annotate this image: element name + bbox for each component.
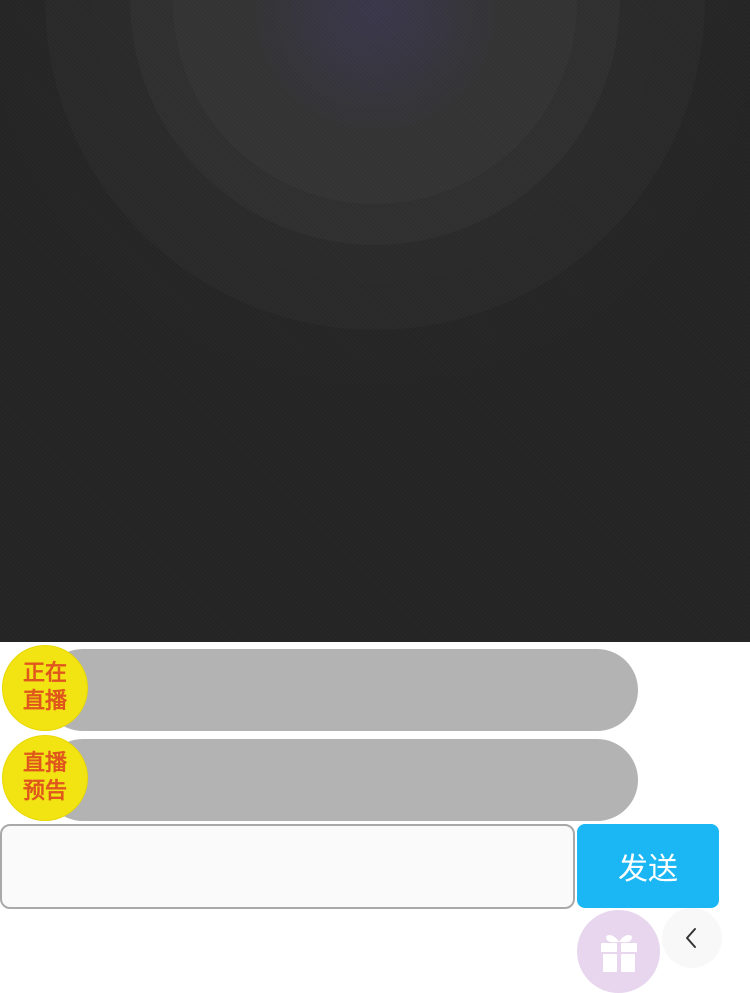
live-now-label-line1: 正在 bbox=[22, 661, 67, 686]
gift-button[interactable] bbox=[577, 910, 660, 993]
back-button[interactable] bbox=[662, 908, 722, 968]
player-texture bbox=[0, 0, 750, 642]
tab-live-now[interactable]: 正在 直播 bbox=[2, 645, 638, 731]
back-arrow-icon bbox=[686, 928, 696, 948]
live-preview-badge[interactable]: 直播 预告 bbox=[2, 735, 88, 821]
live-now-badge[interactable]: 正在 直播 bbox=[2, 645, 88, 731]
tab-live-preview-bar[interactable] bbox=[42, 739, 638, 821]
live-preview-label-line2: 预告 bbox=[22, 779, 67, 804]
gift-icon bbox=[600, 934, 637, 972]
chat-message-input[interactable] bbox=[0, 824, 575, 909]
tab-live-now-bar[interactable] bbox=[42, 649, 638, 731]
video-player[interactable] bbox=[0, 0, 750, 642]
live-preview-label-line1: 直播 bbox=[22, 751, 67, 776]
live-now-label-line2: 直播 bbox=[22, 689, 67, 714]
send-button[interactable]: 发送 bbox=[577, 824, 719, 908]
tab-live-preview[interactable]: 直播 预告 bbox=[2, 735, 638, 821]
